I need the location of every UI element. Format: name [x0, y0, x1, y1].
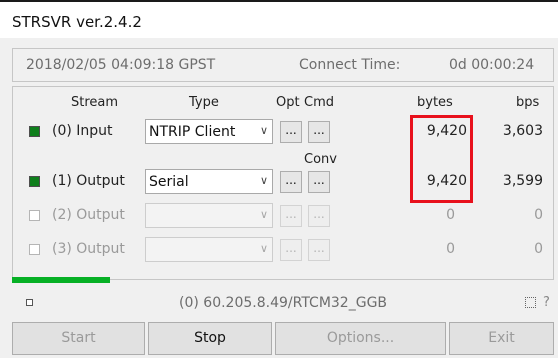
stream-2-bytes: 0 [446, 207, 455, 223]
trace-toggle-icon[interactable] [26, 299, 33, 306]
chevron-down-icon: ∨ [259, 208, 268, 221]
window-title: STRSVR ver.2.4.2 [12, 13, 142, 31]
header-opt: Opt [276, 95, 300, 110]
stream-1-bps: 3,599 [502, 173, 543, 189]
title-bar: STRSVR ver.2.4.2 [0, 2, 558, 38]
start-button[interactable]: Start [12, 322, 145, 355]
connect-time-value: 0d 00:00:24 [449, 57, 535, 73]
stream-3-label: (3) Output [52, 241, 125, 257]
stream-2-opt-button[interactable]: ... [280, 205, 302, 227]
header-conv: Conv [304, 152, 337, 167]
bytes-highlight-box [410, 115, 473, 203]
stream-0-label: (0) Input [52, 123, 113, 139]
header-type: Type [189, 95, 219, 110]
stream-3-bps: 0 [534, 241, 543, 257]
stream-0-type-value: NTRIP Client [149, 124, 236, 140]
stream-2-checkbox[interactable] [29, 210, 40, 221]
stream-1-label: (1) Output [52, 173, 125, 189]
stream-0-cmd-button[interactable]: ... [308, 121, 330, 143]
source-address: (0) 60.205.8.49/RTCM32_GGB [179, 295, 388, 311]
log-window-icon[interactable] [525, 297, 536, 308]
stream-1-type-value: Serial [149, 174, 189, 190]
stream-0-type-select[interactable]: NTRIP Client ∨ [145, 119, 273, 144]
stop-button[interactable]: Stop [148, 322, 272, 355]
stream-0-bps: 3,603 [502, 123, 543, 139]
stream-0-indicator [29, 126, 40, 137]
stream-2-type-select[interactable]: ∨ [145, 203, 273, 228]
status-bar: 2018/02/05 04:09:18 GPST Connect Time: 0… [12, 48, 554, 82]
stream-1-indicator [29, 176, 40, 187]
stream-3-opt-button[interactable]: ... [280, 239, 302, 261]
stream-2-bps: 0 [534, 207, 543, 223]
stream-3-type-select[interactable]: ∨ [145, 237, 273, 262]
stream-2-label: (2) Output [52, 207, 125, 223]
chevron-down-icon: ∨ [259, 124, 268, 137]
connect-time-label: Connect Time: [299, 57, 401, 73]
progress-bar [12, 277, 110, 283]
help-icon[interactable]: ? [543, 295, 550, 310]
current-time: 2018/02/05 04:09:18 GPST [26, 57, 216, 73]
exit-button[interactable]: Exit [449, 322, 554, 355]
header-cmd: Cmd [304, 95, 334, 110]
stream-3-cmd-button[interactable]: ... [308, 239, 330, 261]
header-stream: Stream [71, 95, 119, 110]
options-button[interactable]: Options... [275, 322, 446, 355]
header-bps: bps [516, 95, 540, 110]
chevron-down-icon: ∨ [259, 174, 268, 187]
stream-1-type-select[interactable]: Serial ∨ [145, 169, 273, 194]
footer-bar: (0) 60.205.8.49/RTCM32_GGB ? [12, 290, 554, 317]
stream-0-opt-button[interactable]: ... [280, 121, 302, 143]
stream-2-cmd-button[interactable]: ... [308, 205, 330, 227]
stream-1-opt-button[interactable]: ... [280, 171, 302, 193]
stream-3-bytes: 0 [446, 241, 455, 257]
header-bytes: bytes [417, 95, 453, 110]
stream-1-conv-button[interactable]: ... [308, 171, 330, 193]
chevron-down-icon: ∨ [259, 242, 268, 255]
stream-3-checkbox[interactable] [29, 244, 40, 255]
